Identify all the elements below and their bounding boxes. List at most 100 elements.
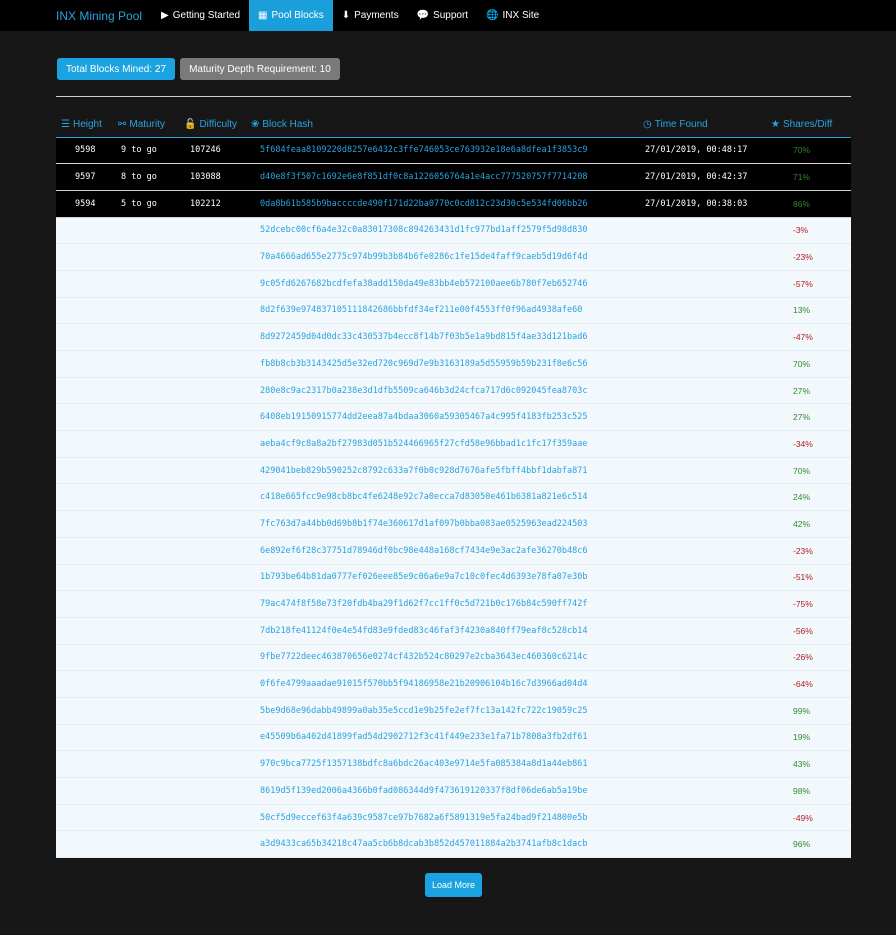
block-hash-link[interactable]: 50cf5d9eccef63f4a639c9587ce97b7682a6f589…	[245, 804, 637, 832]
block-hash-link[interactable]: fb8b8cb3b3143425d5e32ed720c969d7e9b31631…	[245, 350, 637, 378]
difficulty-cell	[178, 430, 245, 458]
table-row: 7fc763d7a44bb0d69b8b1f74e360617d1af097b0…	[56, 510, 851, 538]
nav-item-label: INX Site	[502, 10, 540, 21]
maturity-cell	[112, 617, 178, 645]
difficulty-cell	[178, 564, 245, 592]
brand-logo[interactable]: INX Mining Pool	[56, 0, 142, 31]
table-row: 9597 8 to go 103088 d40e8f3f507c1692e6e8f85…	[56, 163, 851, 191]
height-cell	[56, 644, 112, 672]
lock-icon: 🔓	[184, 118, 197, 130]
difficulty-cell	[178, 270, 245, 298]
maturity-cell	[112, 483, 178, 512]
divider	[56, 96, 851, 97]
load-more-button[interactable]: Load More	[425, 873, 482, 897]
maturity-cell	[112, 724, 178, 752]
time-found-cell	[637, 323, 766, 351]
time-found-cell	[637, 403, 766, 432]
block-hash-link[interactable]: a3d9433ca65b34218c47aa5cb6b8dcab3b852d45…	[245, 830, 637, 859]
table-row: 429041beb829b590252c8792c633a7f0b0c928d7…	[56, 457, 851, 485]
time-found-cell	[637, 270, 766, 298]
time-found-cell	[637, 617, 766, 645]
maturity-cell	[112, 243, 178, 271]
block-hash-link[interactable]: e45509b6a402d41899fad54d2902712f3c41f449…	[245, 724, 637, 752]
block-hash-link[interactable]: 9c05fd6267682bcdfefa38add150da49e83bb4eb…	[245, 270, 637, 298]
nav-item-getting-started[interactable]: ▶ Getting Started	[152, 0, 249, 31]
table-row: 9fbe7722deec463870656e0274cf432b524c8029…	[56, 644, 851, 672]
block-hash-link[interactable]: 9fbe7722deec463870656e0274cf432b524c8029…	[245, 644, 637, 672]
difficulty-cell	[178, 297, 245, 325]
time-found-cell	[637, 377, 766, 405]
shares-diff-cell: -23%	[766, 243, 851, 271]
table-header-row: ☰ Height ⚯ Maturity 🔓 Difficulty ❀ Block Has…	[56, 112, 851, 138]
height-cell: 9598	[56, 137, 112, 165]
block-hash-link[interactable]: 52dcebc00cf6a4e32c0a83017308c894263431d1…	[245, 217, 637, 245]
maturity-cell	[112, 510, 178, 538]
time-found-cell: 27/01/2019, 00:48:17	[637, 137, 766, 165]
table-row: 1b793be64b81da0777ef026eee85e9c06a6e9a7c…	[56, 564, 851, 592]
table-row: 6408eb19150915774dd2eea87a4bdaa3060a5930…	[56, 403, 851, 432]
time-found-cell	[637, 830, 766, 859]
header-maturity[interactable]: ⚯ Maturity	[112, 112, 178, 138]
block-hash-link[interactable]: 0f6fe4799aaadae91015f570bb5f94186958e21b…	[245, 670, 637, 698]
shares-diff-cell: -75%	[766, 590, 851, 618]
shares-diff-cell: 27%	[766, 403, 851, 432]
block-hash-link[interactable]: 5be9d68e96dabb49899a0ab35e5ccd1e9b25fe2e…	[245, 697, 637, 725]
time-found-cell	[637, 697, 766, 725]
shares-diff-cell: -23%	[766, 537, 851, 565]
height-cell	[56, 750, 112, 778]
block-hash-link[interactable]: c418e665fcc9e98cb8bc4fe6248e92c7a0ecca7d…	[245, 483, 637, 512]
table-row: 9598 9 to go 107246 5f684feaa8109220d8257e6…	[56, 137, 851, 165]
block-hash-link[interactable]: 970c9bca7725f1357138bdfc8a6bdc26ac403e97…	[245, 750, 637, 778]
difficulty-cell	[178, 350, 245, 378]
height-cell	[56, 564, 112, 592]
nav-item-inx-site[interactable]: 🌐 INX Site	[477, 0, 548, 31]
block-hash-link[interactable]: 6e892ef6f28c37751d78946df0bc98e448a168cf…	[245, 537, 637, 565]
shares-diff-cell: 70%	[766, 137, 851, 165]
block-hash-link[interactable]: 70a4666ad655e2775c974b99b3b84b6fe0286c1f…	[245, 243, 637, 271]
time-found-cell	[637, 644, 766, 672]
maturity-cell	[112, 590, 178, 618]
shares-diff-cell: 19%	[766, 724, 851, 752]
difficulty-cell	[178, 590, 245, 618]
table-row: c418e665fcc9e98cb8bc4fe6248e92c7a0ecca7d…	[56, 483, 851, 512]
block-hash-link[interactable]: 429041beb829b590252c8792c633a7f0b0c928d7…	[245, 457, 637, 485]
block-hash-link[interactable]: 8d9272459d04d0dc33c430537b4ecc8f14b7f03b…	[245, 323, 637, 351]
top-navbar: INX Mining Pool ▶ Getting Started ▦ Pool Bl…	[0, 0, 896, 31]
nav-item-support[interactable]: 💬 Support	[408, 0, 477, 31]
nav-item-pool-blocks[interactable]: ▦ Pool Blocks	[249, 0, 333, 31]
block-hash-link[interactable]: d40e8f3f507c1692e6e8f851df0c8a1226056764…	[245, 163, 637, 191]
header-shares-diff[interactable]: ★ Shares/Diff	[766, 112, 851, 138]
nav-item-label: Pool Blocks	[271, 10, 324, 21]
block-hash-link[interactable]: aeba4cf9c8a8a2bf27983d051b524466965f27cf…	[245, 430, 637, 458]
maturity-cell	[112, 323, 178, 351]
block-hash-link[interactable]: 0da8b61b585b9baccccde490f171d22ba0770c0c…	[245, 190, 637, 218]
header-time-found[interactable]: ◷ Time Found	[637, 112, 766, 138]
clock-icon: ◷	[643, 118, 652, 130]
time-found-cell: 27/01/2019, 00:38:03	[637, 190, 766, 218]
height-cell	[56, 243, 112, 271]
header-height[interactable]: ☰ Height	[56, 112, 112, 138]
difficulty-cell	[178, 724, 245, 752]
block-hash-link[interactable]: 1b793be64b81da0777ef026eee85e9c06a6e9a7c…	[245, 564, 637, 592]
block-hash-link[interactable]: 7db218fe41124f0e4e54fd83e9fded83c46faf3f…	[245, 617, 637, 645]
height-cell	[56, 670, 112, 698]
shares-diff-cell: -3%	[766, 217, 851, 245]
header-difficulty[interactable]: 🔓 Difficulty	[178, 112, 245, 138]
time-found-cell	[637, 457, 766, 485]
height-cell	[56, 403, 112, 432]
maturity-cell	[112, 670, 178, 698]
block-hash-link[interactable]: 8d2f639e974837105111842686bbfdf34ef211e0…	[245, 297, 637, 325]
maturity-cell	[112, 697, 178, 725]
block-hash-link[interactable]: 79ac474f8f58e73f20fdb4ba29f1d62f7cc1ff0c…	[245, 590, 637, 618]
block-hash-link[interactable]: 8619d5f139ed2006a4366b0fad086344d9f47361…	[245, 777, 637, 805]
nav-item-payments[interactable]: ⬇ Payments	[333, 0, 408, 31]
maturity-cell	[112, 403, 178, 432]
difficulty-cell	[178, 217, 245, 245]
block-hash-link[interactable]: 6408eb19150915774dd2eea87a4bdaa3060a5930…	[245, 403, 637, 432]
block-hash-link[interactable]: 280e8c9ac2317b0a238e3d1dfb5509ca646b3d24…	[245, 377, 637, 405]
block-hash-link[interactable]: 5f684feaa8109220d8257e6432c3ffe746053ce7…	[245, 137, 637, 165]
time-found-cell	[637, 777, 766, 805]
block-hash-link[interactable]: 7fc763d7a44bb0d69b8b1f74e360617d1af097b0…	[245, 510, 637, 538]
height-cell	[56, 483, 112, 512]
header-block-hash[interactable]: ❀ Block Hash	[245, 112, 637, 138]
